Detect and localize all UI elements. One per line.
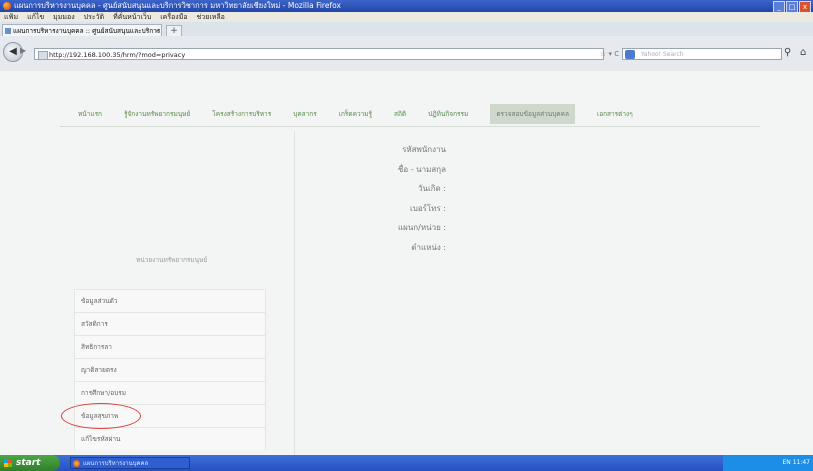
window-title: แผนการบริหารงานบุคคล - ศูนย์สนับสนุนและบ… [14,1,341,10]
sidebar-item-relatives[interactable]: ญาติสายตรง [74,358,266,381]
home-icon[interactable]: ⌂ [800,47,806,58]
search-placeholder: Yahoo! Search [641,51,684,58]
phone-label: เบอร์โทร : [409,203,446,213]
address-url: http://192.168.100.35/hrm/?mod=privacy [49,51,186,59]
position-label: ตำแหน่ง : [411,242,446,252]
tab-bar: แผนการบริหารงานบุคคล :: ศูนย์สนับสนุนและ… [0,22,813,38]
nav-documents[interactable]: เอกสารต่างๆ [597,109,633,119]
sidebar-item-personal-info[interactable]: ข้อมูลส่วนตัว [74,289,266,312]
department-label: แผนก/หน่วย : [397,223,446,232]
windows-logo-icon [4,459,12,467]
firefox-icon [3,2,11,10]
name-label: ชื่อ - นามสกุล [397,164,446,174]
nav-about-hr[interactable]: รู้จักงานทรัพยากรมนุษย์ [124,109,190,119]
menu-edit[interactable]: แก้ไข [27,12,44,22]
birthdate-label: วันเกิด : [418,184,446,193]
address-bar[interactable]: http://192.168.100.35/hrm/?mod=privacy [34,48,604,60]
tab-title: แผนการบริหารงานบุคคล :: ศูนย์สนับสนุนและ… [13,27,162,35]
nav-check-personal-data[interactable]: ตรวจสอบข้อมูลส่วนบุคคล [490,104,575,124]
nav-statistics[interactable]: สถิติ [394,109,406,119]
favicon-icon [5,28,11,34]
nav-calendar[interactable]: ปฏิทินกิจกรรม [428,109,468,119]
sidebar-item-leave[interactable]: สิทธิการลา [74,335,266,358]
sidebar-item-health[interactable]: ข้อมูลสุขภาพ [61,403,266,429]
site-navigation: หน้าแรก รู้จักงานทรัพยากรมนุษย์ โครงสร้า… [60,103,760,125]
search-icon[interactable]: ⚲ [784,47,791,58]
menu-history[interactable]: ประวัติ [84,12,104,22]
search-engine-icon[interactable] [625,50,635,59]
firefox-taskbar-icon [73,460,80,467]
taskbar-item-label: แผนการบริหารงานบุคคล [83,460,149,467]
start-label: start [16,458,41,468]
employee-id-label: รหัสพนักงาน [402,145,446,154]
back-forward-group: ◀ ▶ [3,42,29,62]
address-bar-buttons[interactable]: ☆ ▾ C [600,48,619,60]
search-box[interactable]: Yahoo! Search [622,48,782,60]
browser-tab[interactable]: แผนการบริหารงานบุคคล :: ศูนย์สนับสนุนและ… [2,24,162,36]
menu-bar: แฟ้ม แก้ไข มุมมอง ประวัติ ที่คั่นหน้าเว็… [0,12,813,22]
start-button[interactable]: start [0,455,60,471]
system-tray[interactable]: EN 11:47 [723,455,813,471]
highlight-circle [61,403,141,429]
sidebar-item-education[interactable]: การศึกษา/อบรม [74,381,266,404]
window-title-bar[interactable]: แผนการบริหารงานบุคคล - ศูนย์สนับสนุนและบ… [0,0,813,13]
nav-personnel[interactable]: บุคลากร [293,109,317,119]
nav-home[interactable]: หน้าแรก [78,109,102,119]
sidebar-item-welfare[interactable]: สวัสดิการ [74,312,266,335]
site-identity-icon[interactable] [38,51,48,60]
menu-tools[interactable]: เครื่องมือ [160,12,187,22]
sidebar-title: หน่วยงานทรัพยากรมนุษย์ [136,256,208,264]
nav-knowledge[interactable]: เกร็ดความรู้ [339,109,372,119]
nav-divider [60,126,760,127]
nav-structure[interactable]: โครงสร้างการบริหาร [212,109,271,119]
navigation-toolbar: ◀ ▶ http://192.168.100.35/hrm/?mod=priva… [0,36,813,71]
profile-info: รหัสพนักงาน ชื่อ - นามสกุล วันเกิด : เบอ… [296,143,446,260]
page-content: หน้าแรก รู้จักงานทรัพยากรมนุษย์ โครงสร้า… [0,71,813,455]
taskbar-item-firefox[interactable]: แผนการบริหารงานบุคคล [70,457,190,469]
forward-button[interactable]: ▶ [20,46,30,56]
menu-help[interactable]: ช่วยเหลือ [197,12,225,22]
menu-view[interactable]: มุมมอง [53,12,74,22]
taskbar: start แผนการบริหารงานบุคคล EN 11:47 [0,455,813,471]
menu-file[interactable]: แฟ้ม [4,12,18,22]
sidebar-item-change-password[interactable]: แก้ไขรหัสผ่าน [74,427,266,450]
menu-bookmarks[interactable]: ที่คั่นหน้าเว็บ [113,12,151,22]
content-divider [294,131,295,455]
tab-close-icon[interactable]: x [155,25,159,36]
sidebar-menu: ข้อมูลส่วนตัว สวัสดิการ สิทธิการลา ญาติส… [61,289,266,450]
